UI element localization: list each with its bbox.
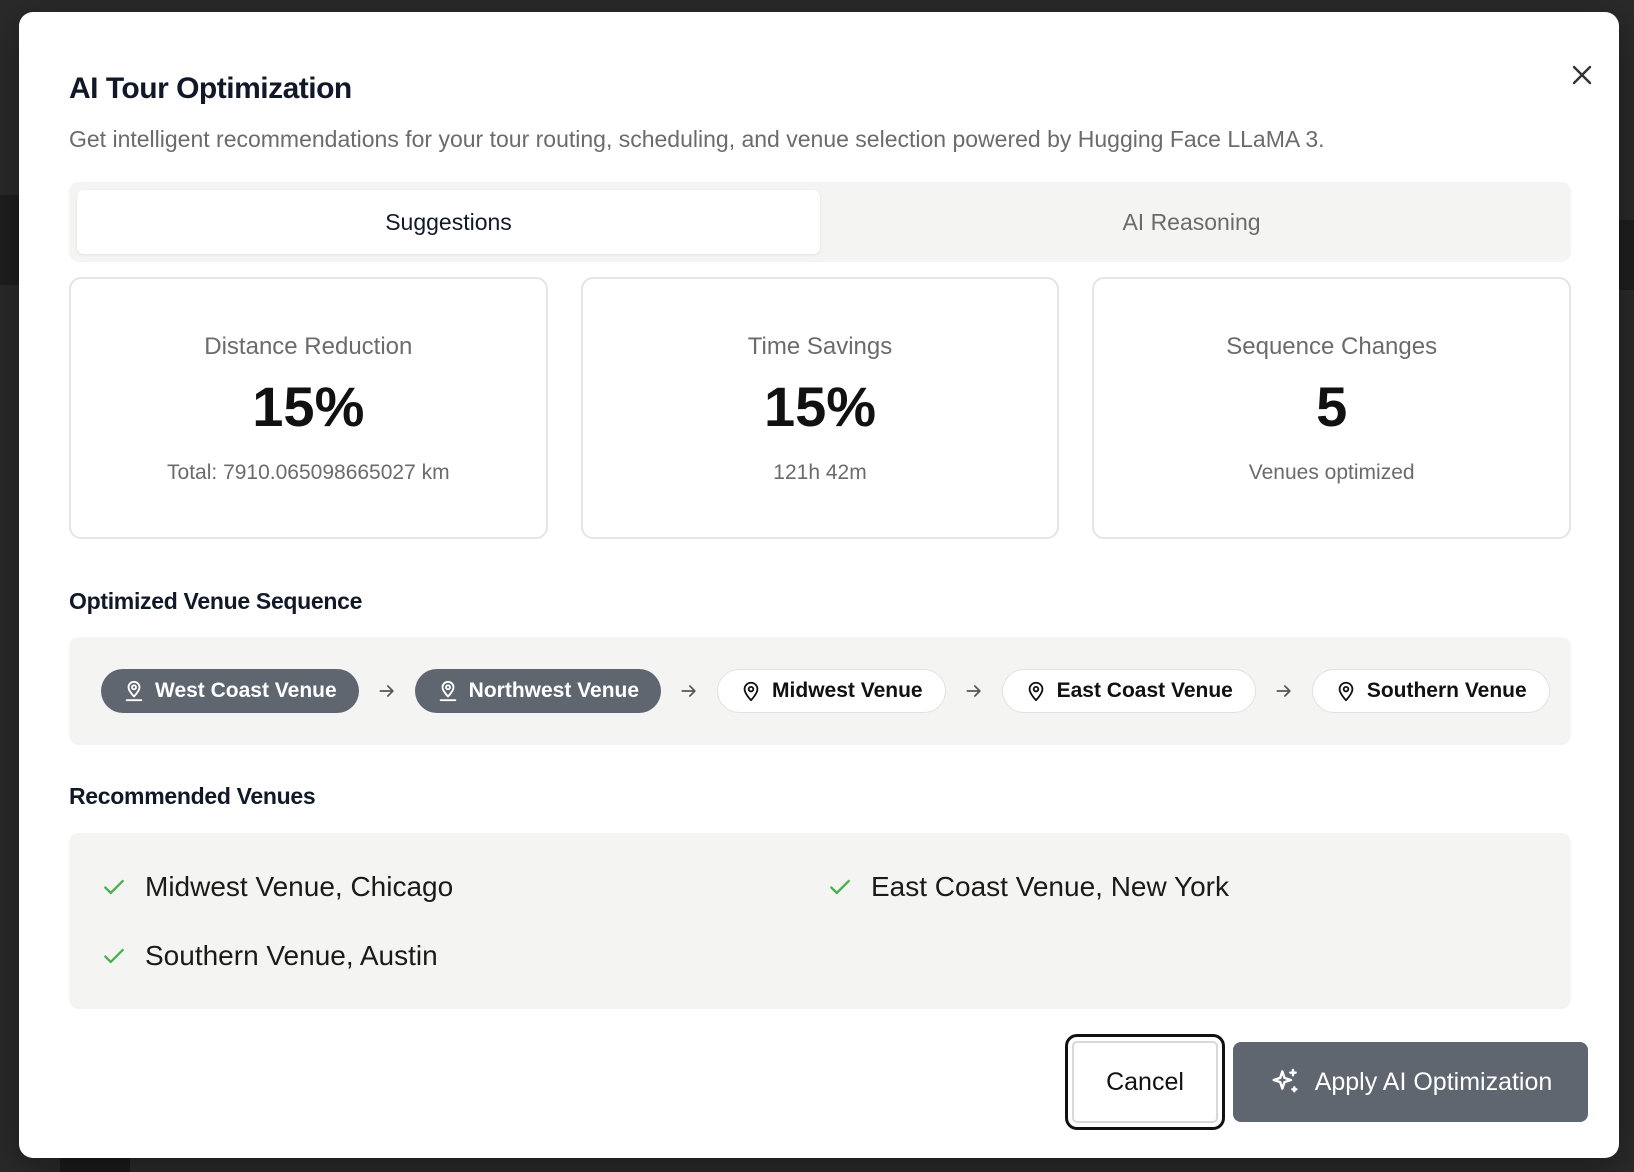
list-item: Midwest Venue, Chicago	[101, 865, 827, 908]
apply-button-label: Apply AI Optimization	[1314, 1067, 1553, 1096]
venue-chip-label: West Coast Venue	[155, 679, 337, 702]
arrow-right-icon	[1256, 681, 1312, 701]
recommended-venues-list: Midwest Venue, Chicago East Coast Venue,…	[69, 833, 1571, 1009]
dialog-title: AI Tour Optimization	[69, 72, 352, 105]
venue-chip-west-coast[interactable]: West Coast Venue	[101, 669, 359, 713]
arrow-right-icon	[359, 681, 415, 701]
stat-label: Distance Reduction	[204, 333, 413, 360]
venue-chip-label: Midwest Venue	[772, 679, 923, 702]
map-pin-icon	[1338, 681, 1354, 702]
user-pin-icon	[125, 681, 143, 702]
stat-card-distance: Distance Reduction 15% Total: 7910.06509…	[69, 277, 548, 539]
cancel-button[interactable]: Cancel	[1065, 1034, 1225, 1130]
tab-list: Suggestions AI Reasoning	[69, 182, 1571, 262]
list-item-label: Midwest Venue, Chicago	[145, 870, 454, 902]
arrow-right-icon	[661, 681, 717, 701]
stat-label: Sequence Changes	[1226, 333, 1438, 360]
venue-chip-midwest[interactable]: Midwest Venue	[717, 669, 946, 713]
list-item-label: Southern Venue, Austin	[145, 939, 438, 971]
list-item: Southern Venue, Austin	[101, 934, 827, 977]
user-pin-icon	[439, 681, 456, 702]
dialog-description: Get intelligent recommendations for your…	[69, 126, 1325, 152]
list-item: East Coast Venue, New York	[827, 865, 1553, 908]
stat-value: 15%	[763, 375, 877, 438]
close-icon	[1572, 65, 1592, 85]
stat-subtext: Total: 7910.065098665027 km	[167, 461, 450, 484]
tab-ai-reasoning[interactable]: AI Reasoning	[820, 190, 1563, 254]
section-title-sequence: Optimized Venue Sequence	[69, 588, 363, 614]
stats-row: Distance Reduction 15% Total: 7910.06509…	[69, 277, 1572, 539]
stat-card-time: Time Savings 15% 121h 42m	[580, 277, 1060, 539]
venue-chip-label: Northwest Venue	[468, 679, 640, 702]
ai-tour-optimization-dialog: AI Tour Optimization Get intelligent rec…	[19, 12, 1619, 1158]
check-icon	[104, 879, 124, 894]
stat-value: 15%	[252, 375, 365, 438]
stat-subtext: Venues optimized	[1248, 461, 1415, 484]
venue-chip-southern[interactable]: Southern Venue	[1311, 669, 1550, 713]
map-pin-icon	[1028, 681, 1043, 702]
venue-chip-label: Southern Venue	[1366, 679, 1527, 702]
check-icon	[104, 948, 124, 963]
venue-sequence: West Coast Venue Northwest Venue Midwest…	[69, 637, 1571, 745]
venue-chip-northwest[interactable]: Northwest Venue	[414, 669, 662, 713]
arrow-right-icon	[946, 681, 1002, 701]
stat-value: 5	[1316, 375, 1348, 438]
stat-subtext: 121h 42m	[773, 461, 867, 484]
section-title-recommended: Recommended Venues	[69, 783, 316, 809]
backdrop-panel	[60, 1158, 130, 1172]
venue-chip-east-coast[interactable]: East Coast Venue	[1001, 669, 1256, 713]
check-icon	[830, 879, 850, 894]
sparkles-icon	[1272, 1068, 1298, 1093]
venue-chip-label: East Coast Venue	[1056, 679, 1233, 702]
close-button[interactable]	[1564, 57, 1600, 93]
apply-ai-optimization-button[interactable]: Apply AI Optimization	[1233, 1042, 1588, 1122]
stat-label: Time Savings	[747, 333, 893, 360]
list-item-label: East Coast Venue, New York	[871, 870, 1229, 902]
stat-card-sequence: Sequence Changes 5 Venues optimized	[1092, 277, 1572, 539]
tab-suggestions[interactable]: Suggestions	[77, 190, 820, 254]
map-pin-icon	[743, 681, 759, 702]
